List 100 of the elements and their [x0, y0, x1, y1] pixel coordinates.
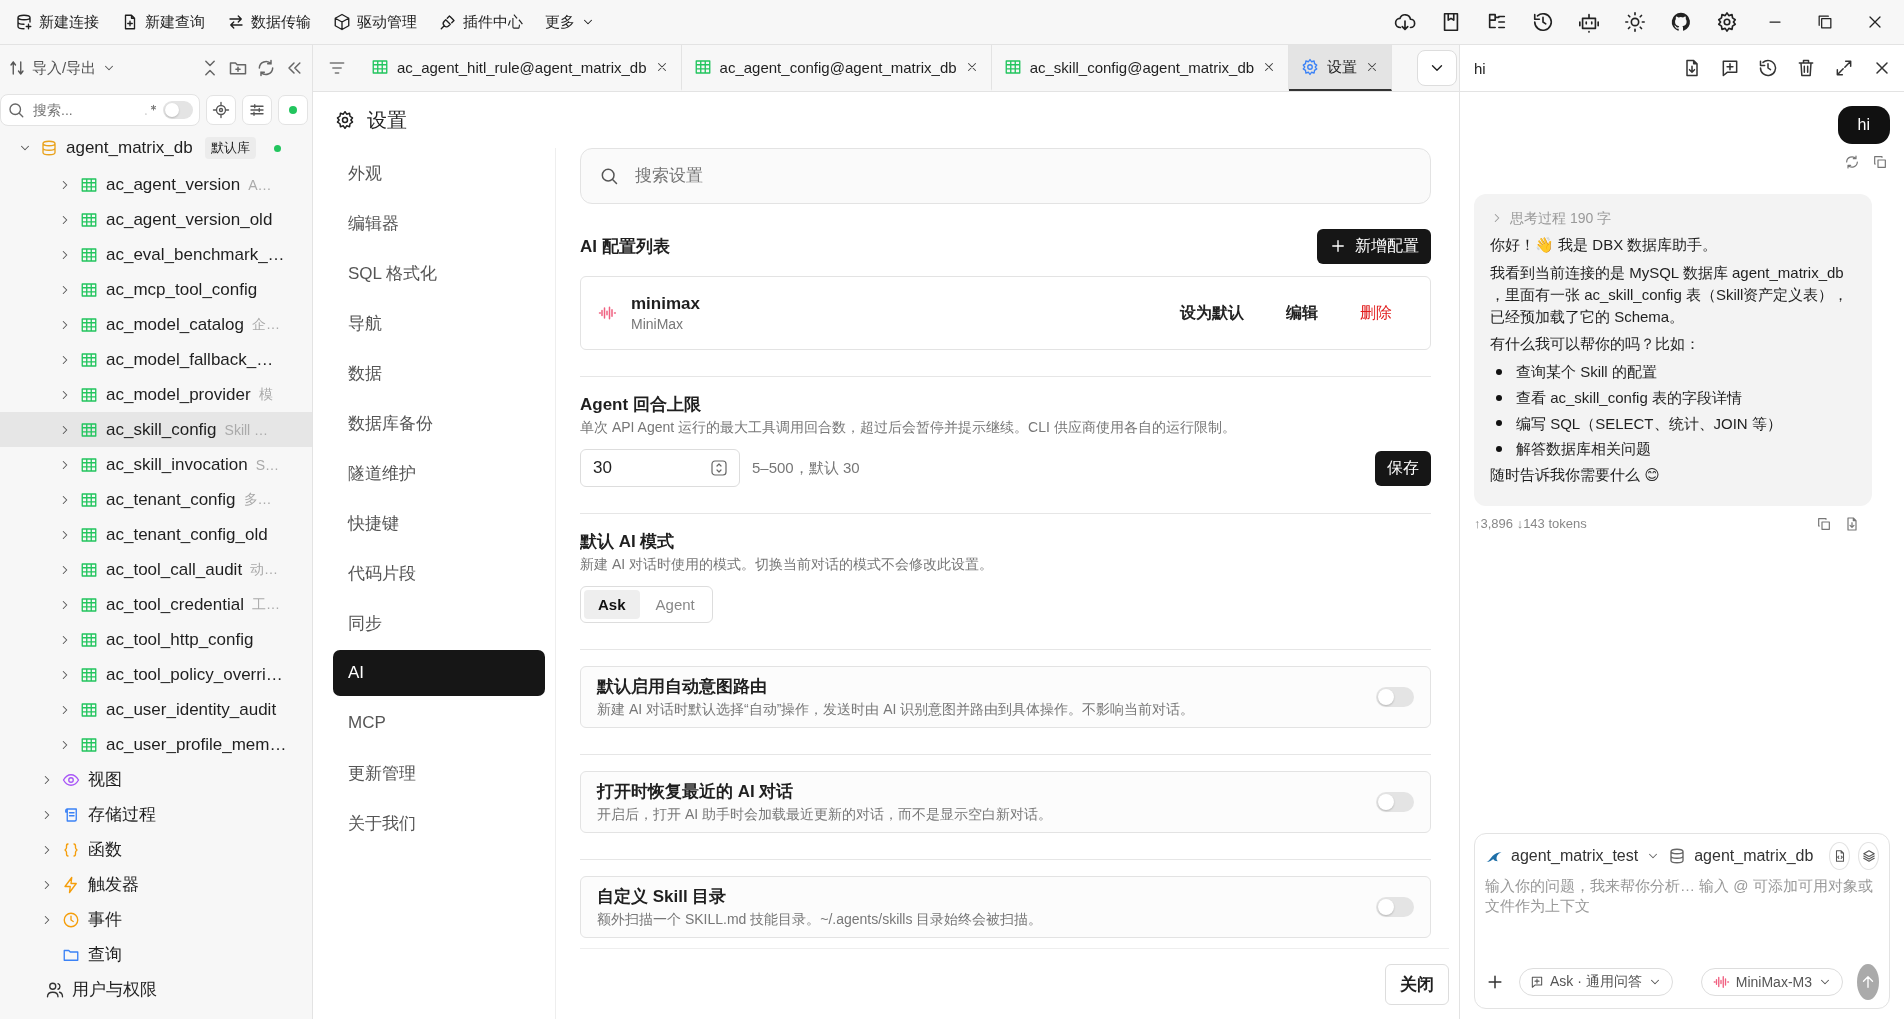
toolbar-button[interactable]: 新建查询	[112, 6, 214, 38]
table-item[interactable]: ac_user_identity_audit	[0, 692, 312, 727]
toolbar-button[interactable]: 数据传输	[218, 6, 320, 38]
settings-nav-item[interactable]: 更新管理	[333, 748, 545, 798]
table-item[interactable]: ac_model_provider 模	[0, 377, 312, 412]
settings-nav-item[interactable]: 代码片段	[333, 548, 545, 598]
history-icon[interactable]	[1532, 11, 1554, 33]
tree-item[interactable]: 用户与权限	[0, 972, 312, 1007]
table-item[interactable]: ac_skill_invocation S…	[0, 447, 312, 482]
tab[interactable]: ac_agent_hitl_rule@agent_matrix_db	[359, 45, 682, 91]
table-item[interactable]: ac_eval_benchmark_…	[0, 237, 312, 272]
trash-icon[interactable]	[1796, 58, 1816, 78]
tree-item[interactable]: 视图	[0, 762, 312, 797]
settings-nav-item[interactable]: MCP	[333, 698, 545, 748]
regex-toggle[interactable]	[163, 101, 193, 119]
settings-nav-item[interactable]: 导航	[333, 298, 545, 348]
search-icon	[599, 166, 619, 186]
config-action-button[interactable]: 编辑	[1272, 296, 1332, 330]
robot-icon[interactable]	[1578, 11, 1600, 33]
table-item[interactable]: ac_model_fallback_…	[0, 342, 312, 377]
toggle-switch[interactable]	[1376, 687, 1414, 707]
settings-nav-item[interactable]: 数据	[333, 348, 545, 398]
table-item[interactable]: ac_tool_policy_overri…	[0, 657, 312, 692]
filter-button[interactable]	[242, 95, 272, 125]
sun-icon[interactable]	[1624, 11, 1646, 33]
tree-item[interactable]: 触发器	[0, 867, 312, 902]
tab-label: ac_agent_config@agent_matrix_db	[719, 58, 957, 76]
toggle-switch[interactable]	[1376, 897, 1414, 917]
tree-item[interactable]: 事件	[0, 902, 312, 937]
plug-icon	[439, 13, 457, 31]
table-item[interactable]: ac_mcp_tool_config	[0, 272, 312, 307]
config-action-button[interactable]: 设为默认	[1166, 296, 1258, 330]
settings-search-field[interactable]: 搜索设置	[580, 148, 1431, 204]
table-comment: Skill …	[224, 421, 269, 438]
expand-icon[interactable]	[1834, 58, 1854, 78]
toolbar-button[interactable]: 插件中心	[430, 6, 532, 38]
settings-icon	[335, 110, 355, 130]
tree-item[interactable]: 查询	[0, 937, 312, 972]
table-item[interactable]: ac_agent_version_old	[0, 202, 312, 237]
history-icon[interactable]	[1758, 58, 1778, 78]
connection-selector[interactable]: agent_matrix_test	[1511, 847, 1639, 865]
settings-nav-item[interactable]: 同步	[333, 598, 545, 648]
setting-title: 默认启用自动意图路由	[597, 676, 768, 698]
locate-button[interactable]	[206, 95, 236, 125]
tab[interactable]: ac_agent_config@agent_matrix_db	[681, 45, 992, 91]
table-item[interactable]: ac_tool_credential 工…	[0, 587, 312, 622]
table-comment: 企…	[252, 315, 280, 334]
cloud-download-icon[interactable]	[1394, 11, 1416, 33]
mode-option[interactable]: Ask	[584, 590, 640, 619]
copy-icon[interactable]	[1816, 515, 1832, 532]
table-item[interactable]: ac_tool_call_audit 动…	[0, 552, 312, 587]
message-plus-icon[interactable]	[1720, 58, 1740, 78]
tab[interactable]: 设置	[1289, 45, 1393, 91]
settings-nav-item[interactable]: 快捷键	[333, 498, 545, 548]
toggle-switch[interactable]	[1376, 792, 1414, 812]
swap-arrows-icon	[227, 13, 245, 31]
search-input[interactable]: 搜索设置	[633, 165, 1412, 187]
scroll-icon	[62, 805, 80, 824]
refresh-icon[interactable]	[256, 58, 276, 78]
settings-nav-item[interactable]: SQL 格式化	[333, 248, 545, 298]
table-item[interactable]: ac_skill_config Skill …	[0, 412, 312, 447]
settings-nav-item[interactable]: 数据库备份	[333, 398, 545, 448]
database-icon	[1668, 847, 1687, 865]
table-name: ac_tool_policy_overri…	[106, 664, 283, 685]
table-item[interactable]: ac_tenant_config 多…	[0, 482, 312, 517]
number-field[interactable]: 30	[580, 449, 740, 487]
search-input[interactable]: 搜索...	[31, 101, 135, 119]
table-item[interactable]: ac_tool_http_config	[0, 622, 312, 657]
table-item[interactable]: ac_tenant_config_old	[0, 517, 312, 552]
settings-nav-item[interactable]: 外观	[333, 148, 545, 198]
table-name: ac_user_identity_audit	[106, 699, 277, 720]
stepper-icon[interactable]	[711, 460, 727, 476]
github-icon[interactable]	[1670, 11, 1692, 33]
toolbar-button[interactable]: 新建连接	[6, 6, 108, 38]
save-button[interactable]: 保存	[1375, 450, 1431, 486]
tree-item[interactable]: 函数	[0, 832, 312, 867]
settings-nav-item[interactable]: 编辑器	[333, 198, 545, 248]
settings-icon[interactable]	[1716, 11, 1738, 33]
search-field[interactable]: 搜索...	[0, 94, 200, 126]
table-item[interactable]: ac_user_profile_mem…	[0, 727, 312, 762]
table-icon	[80, 700, 98, 719]
table-item[interactable]: ac_model_catalog 企…	[0, 307, 312, 342]
settings-nav-item[interactable]: 关于我们	[333, 798, 545, 848]
copy-icon[interactable]	[1872, 154, 1888, 170]
more-menu[interactable]: 更多	[536, 6, 604, 38]
close-button[interactable]: 关闭	[1385, 963, 1449, 1005]
settings-nav-item[interactable]: 隧道维护	[333, 448, 545, 498]
search-icon	[7, 101, 25, 119]
table-item[interactable]: ac_agent_version A…	[0, 167, 312, 202]
tree-item[interactable]: 存储过程	[0, 797, 312, 832]
toolbar-button[interactable]: 驱动管理	[324, 6, 426, 38]
config-action-button[interactable]: 删除	[1346, 296, 1406, 330]
add-config-button[interactable]: 新增配置	[1317, 228, 1431, 264]
settings-nav-item[interactable]: AI	[333, 650, 545, 696]
chat-composer[interactable]: agent_matrix_test agent_matrix_db 输入你的问题，我来帮你分析… 输入 @ 可添加可用对象或文件作为上下文 Ask · 通用问答 MiniMax-M3	[1474, 833, 1890, 1009]
retry-icon[interactable]	[1844, 154, 1860, 170]
mode-option[interactable]: Agent	[641, 590, 709, 619]
tree-item[interactable]: agent_matrix_db 默认库	[0, 129, 312, 167]
import-export-menu[interactable]: 导入/导出	[8, 58, 117, 78]
waveform-icon	[1711, 973, 1730, 991]
